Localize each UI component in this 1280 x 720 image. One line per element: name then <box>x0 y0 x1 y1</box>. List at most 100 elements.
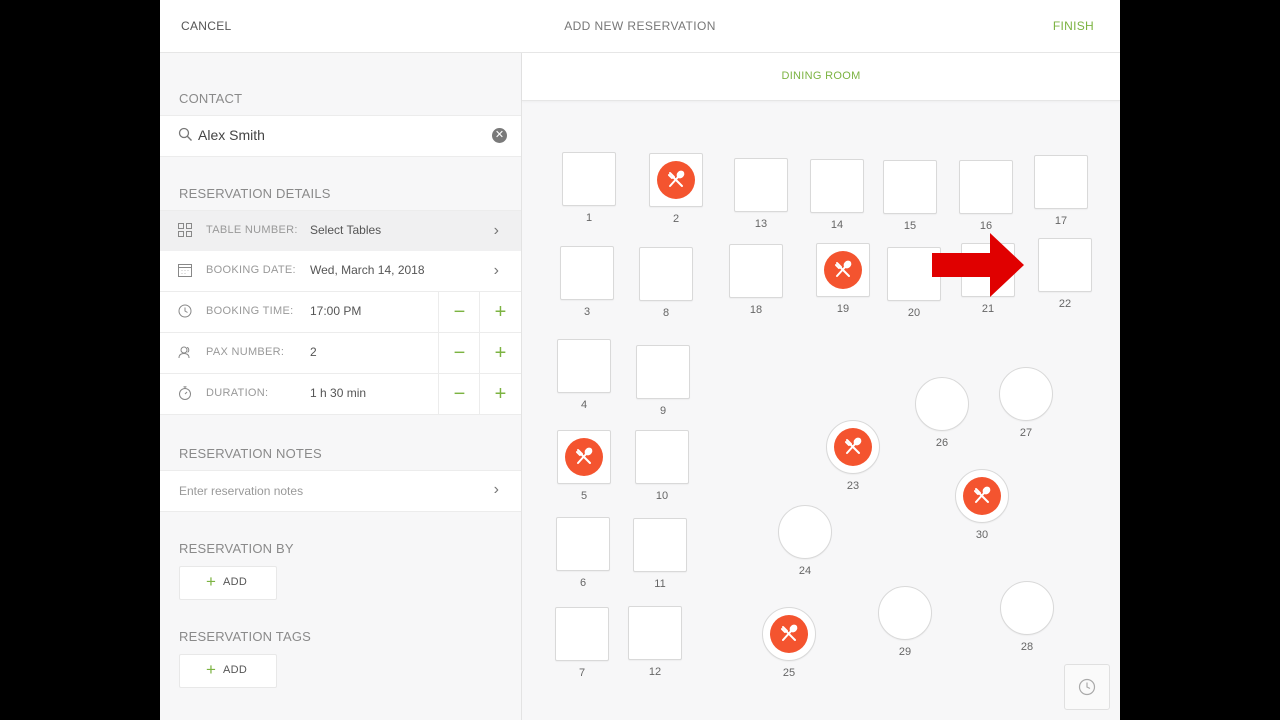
reservation-by-section-title: RESERVATION BY <box>179 541 294 556</box>
plus-icon: + <box>206 572 216 591</box>
notes-input[interactable]: Enter reservation notes <box>179 484 303 498</box>
table-number-row[interactable]: TABLE NUMBER: Select Tables › <box>160 210 521 252</box>
table-16[interactable] <box>959 160 1013 214</box>
tab-dining-room[interactable]: DINING ROOM <box>522 70 1120 82</box>
table-number-label: 6 <box>579 577 587 589</box>
fork-spoon-icon <box>657 161 695 199</box>
table-28[interactable] <box>1000 581 1054 635</box>
pax-decrease-button[interactable]: − <box>438 333 480 373</box>
table-5[interactable] <box>557 430 611 484</box>
table-9[interactable] <box>636 345 690 399</box>
contact-search-field[interactable]: Alex Smith ✕ <box>160 115 521 157</box>
table-2[interactable] <box>649 153 703 207</box>
table-number-label: 25 <box>782 667 796 679</box>
table-number-label: 26 <box>935 437 949 449</box>
table-number-label: 30 <box>975 529 989 541</box>
table-15[interactable] <box>883 160 937 214</box>
booking-time-increase-button[interactable]: + <box>479 292 521 332</box>
table-number-label: 27 <box>1019 427 1033 439</box>
duration-row: DURATION: 1 h 30 min − + <box>160 374 521 415</box>
red-arrow-icon <box>932 233 1024 297</box>
table-number-label: 28 <box>1020 641 1034 653</box>
pax-number-row: PAX NUMBER: 2 − + <box>160 333 521 374</box>
table-24[interactable] <box>778 505 832 559</box>
page-title: ADD NEW RESERVATION <box>564 19 716 33</box>
table-27[interactable] <box>999 367 1053 421</box>
table-22[interactable] <box>1038 238 1092 292</box>
clear-icon[interactable]: ✕ <box>492 128 507 143</box>
duration-label: DURATION: <box>206 387 269 399</box>
table-number-label: 13 <box>754 218 768 230</box>
finish-button[interactable]: FINISH <box>1053 19 1094 33</box>
duration-decrease-button[interactable]: − <box>438 374 480 414</box>
fork-spoon-icon <box>770 615 808 653</box>
booking-date-value: Wed, March 14, 2018 <box>310 263 425 277</box>
fork-spoon-icon <box>963 477 1001 515</box>
table-26[interactable] <box>915 377 969 431</box>
pax-number-label: PAX NUMBER: <box>206 346 285 358</box>
table-number-label: 19 <box>836 303 850 315</box>
clock-button[interactable] <box>1064 664 1110 710</box>
booking-time-value: 17:00 PM <box>310 304 362 318</box>
calendar-icon <box>178 263 194 279</box>
table-number-label: 29 <box>898 646 912 658</box>
table-number-label: 18 <box>749 304 763 316</box>
floor-tab-bar: DINING ROOM <box>522 53 1120 101</box>
notes-row[interactable]: Enter reservation notes › <box>160 470 521 512</box>
app-window: CANCEL ADD NEW RESERVATION FINISH CONTAC… <box>160 0 1120 720</box>
table-8[interactable] <box>639 247 693 301</box>
table-17[interactable] <box>1034 155 1088 209</box>
plus-icon: + <box>206 660 216 679</box>
clock-icon <box>178 304 194 320</box>
reservation-tags-section-title: RESERVATION TAGS <box>179 629 312 644</box>
search-icon <box>178 127 193 147</box>
table-25[interactable] <box>762 607 816 661</box>
table-number-label: 14 <box>830 219 844 231</box>
grid-icon <box>178 223 194 239</box>
table-12[interactable] <box>628 606 682 660</box>
table-11[interactable] <box>633 518 687 572</box>
table-number-label: 17 <box>1054 215 1068 227</box>
chevron-right-icon: › <box>493 262 499 279</box>
table-number-label: 22 <box>1058 298 1072 310</box>
pax-increase-button[interactable]: + <box>479 333 521 373</box>
table-19[interactable] <box>816 243 870 297</box>
booking-date-row[interactable]: BOOKING DATE: Wed, March 14, 2018 › <box>160 251 521 292</box>
reservation-by-add-label: ADD <box>223 576 248 588</box>
chevron-right-icon: › <box>493 481 499 498</box>
table-number-label: 1 <box>585 212 593 224</box>
table-14[interactable] <box>810 159 864 213</box>
table-30[interactable] <box>955 469 1009 523</box>
table-number-label: 15 <box>903 220 917 232</box>
table-number-value: Select Tables <box>310 223 382 237</box>
details-section-title: RESERVATION DETAILS <box>179 186 331 201</box>
table-number-label: 2 <box>672 213 680 225</box>
table-18[interactable] <box>729 244 783 298</box>
table-10[interactable] <box>635 430 689 484</box>
booking-time-decrease-button[interactable]: − <box>438 292 480 332</box>
table-1[interactable] <box>562 152 616 206</box>
duration-increase-button[interactable]: + <box>479 374 521 414</box>
table-number-label: 4 <box>580 399 588 411</box>
contact-section-title: CONTACT <box>179 91 243 106</box>
table-3[interactable] <box>560 246 614 300</box>
table-number-label: 16 <box>979 220 993 232</box>
table-13[interactable] <box>734 158 788 212</box>
notes-section-title: RESERVATION NOTES <box>179 446 322 461</box>
table-number-label: 20 <box>907 307 921 319</box>
table-7[interactable] <box>555 607 609 661</box>
duration-value: 1 h 30 min <box>310 386 367 400</box>
timer-icon <box>178 386 194 402</box>
table-number-label: 11 <box>654 578 666 590</box>
table-23[interactable] <box>826 420 880 474</box>
table-6[interactable] <box>556 517 610 571</box>
table-number-label: 23 <box>846 480 860 492</box>
pax-number-value: 2 <box>310 345 317 359</box>
reservation-by-add-button[interactable]: + ADD <box>179 566 277 600</box>
table-4[interactable] <box>557 339 611 393</box>
person-icon <box>178 345 194 361</box>
reservation-tags-add-button[interactable]: + ADD <box>179 654 277 688</box>
table-29[interactable] <box>878 586 932 640</box>
table-number-label: 5 <box>580 490 588 502</box>
contact-search-input[interactable]: Alex Smith <box>198 127 265 143</box>
